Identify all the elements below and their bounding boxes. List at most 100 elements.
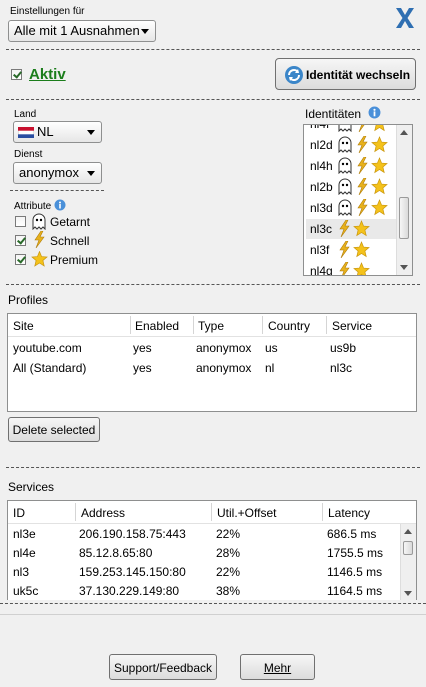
scroll-down-icon[interactable] [400, 265, 408, 270]
table-row[interactable]: youtube.com yes anonymox us us9b [8, 338, 416, 358]
table-row[interactable]: nl3 159.253.145.150:80 22% 1146.5 ms [8, 562, 400, 581]
cell: 1755.5 ms [327, 546, 384, 560]
cell: 1164.5 ms [327, 584, 383, 598]
col-enabled[interactable]: Enabled [135, 319, 179, 333]
col-service[interactable]: Service [332, 319, 372, 333]
identity-item[interactable]: nl3d [306, 198, 398, 218]
col-id[interactable]: ID [13, 506, 25, 520]
table-row[interactable]: uk5c 37.130.229.149:80 38% 1164.5 ms [8, 581, 400, 600]
star-icon [371, 157, 388, 174]
service-select[interactable]: anonymox [13, 162, 102, 184]
col-address[interactable]: Address [81, 506, 125, 520]
cell: yes [133, 341, 152, 355]
lightning-icon [339, 220, 350, 237]
identity-item[interactable]: nl3c [306, 219, 398, 239]
divider [6, 99, 420, 100]
lightning-icon [357, 157, 368, 174]
scroll-thumb[interactable] [403, 541, 413, 555]
identity-label: nl3c [310, 222, 333, 236]
stealth-checkbox[interactable] [15, 216, 26, 227]
cell: 22% [216, 565, 241, 579]
fast-checkbox[interactable] [15, 235, 26, 246]
col-latency[interactable]: Latency [328, 506, 370, 520]
ghost-icon [338, 199, 352, 216]
stealth-label: Getarnt [50, 215, 91, 229]
scroll-thumb[interactable] [399, 197, 409, 239]
cell: yes [133, 361, 152, 375]
lightning-icon [339, 241, 350, 258]
identity-item[interactable]: nl4f [306, 125, 398, 134]
table-row[interactable]: All (Standard) yes anonymox nl nl3c [8, 358, 416, 378]
change-identity-button[interactable]: Identität wechseln [275, 58, 416, 90]
settings-label: Einstellungen für [10, 6, 85, 17]
star-icon [353, 262, 370, 275]
cell: 37.130.229.149:80 [79, 584, 180, 598]
services-scrollbar[interactable] [400, 524, 416, 600]
service-label: Dienst [14, 149, 43, 160]
active-checkbox[interactable] [11, 69, 22, 80]
identity-item[interactable]: nl4h [306, 156, 398, 176]
table-row[interactable]: nl3e 206.190.158.75:443 22% 686.5 ms [8, 524, 400, 543]
identities-list[interactable]: nl4f nl2d nl4h nl2b nl3d nl3c nl3f nl4g [303, 124, 413, 276]
lightning-icon [34, 231, 45, 248]
identities-label: Identitäten [305, 107, 362, 121]
divider [6, 284, 420, 285]
cell: nl [265, 361, 275, 375]
cell: nl3e [13, 527, 36, 541]
lightning-icon [358, 125, 365, 132]
identity-item[interactable]: nl4g [306, 261, 398, 275]
star-icon [353, 220, 370, 237]
more-button[interactable]: Mehr [240, 654, 315, 680]
scroll-up-icon[interactable] [404, 529, 412, 534]
identity-label: nl4h [310, 159, 333, 173]
lightning-icon [357, 199, 368, 216]
star-icon [371, 178, 388, 195]
country-select[interactable]: NL [13, 121, 102, 143]
divider [0, 614, 426, 615]
service-value: anonymox [19, 165, 79, 180]
chevron-down-icon [87, 130, 95, 135]
support-feedback-button[interactable]: Support/Feedback [109, 654, 217, 680]
fast-label: Schnell [50, 234, 90, 248]
cell: 38% [216, 584, 241, 598]
services-section-title: Services [8, 480, 55, 494]
identity-item[interactable]: nl2b [306, 177, 398, 197]
cell: nl3 [13, 565, 30, 579]
identity-label: nl3d [310, 201, 333, 215]
identity-item[interactable]: nl3f [306, 240, 398, 260]
profiles-table: Site Enabled Type Country Service youtub… [7, 313, 417, 412]
premium-checkbox[interactable] [15, 254, 26, 265]
settings-scope-select[interactable]: Alle mit 1 Ausnahmen [8, 20, 156, 42]
identity-item[interactable]: nl2d [306, 135, 398, 155]
col-country[interactable]: Country [268, 319, 310, 333]
scroll-down-icon[interactable] [404, 591, 412, 596]
country-value: NL [37, 124, 54, 139]
services-header: ID Address Util.+Offset Latency [8, 501, 416, 524]
col-util-offset[interactable]: Util.+Offset [217, 506, 276, 520]
settings-scope-value: Alle mit 1 Ausnahmen [14, 23, 140, 38]
star-icon [371, 136, 388, 153]
chevron-down-icon [141, 29, 149, 34]
col-type[interactable]: Type [198, 319, 224, 333]
close-icon[interactable] [393, 4, 417, 32]
more-label: Mehr [263, 661, 292, 675]
cell: anonymox [196, 361, 252, 375]
cell: All (Standard) [13, 361, 87, 375]
col-site[interactable]: Site [13, 319, 34, 333]
info-icon[interactable] [368, 106, 381, 119]
profiles-header: Site Enabled Type Country Service [8, 314, 416, 337]
profiles-section-title: Profiles [8, 293, 49, 307]
delete-selected-button[interactable]: Delete selected [8, 417, 100, 442]
table-row[interactable]: nl4e 85.12.8.65:80 28% 1755.5 ms [8, 543, 400, 562]
scroll-up-icon[interactable] [400, 130, 408, 135]
ghost-icon [338, 136, 352, 153]
services-table: ID Address Util.+Offset Latency nl3e 206… [7, 500, 417, 600]
premium-label: Premium [50, 253, 99, 267]
identities-scrollbar[interactable] [396, 125, 412, 275]
chevron-down-icon [87, 171, 95, 176]
cell: 85.12.8.65:80 [79, 546, 153, 560]
cell: us [265, 341, 278, 355]
info-icon[interactable] [54, 199, 66, 211]
star-icon [371, 199, 388, 216]
ghost-icon [338, 178, 352, 195]
